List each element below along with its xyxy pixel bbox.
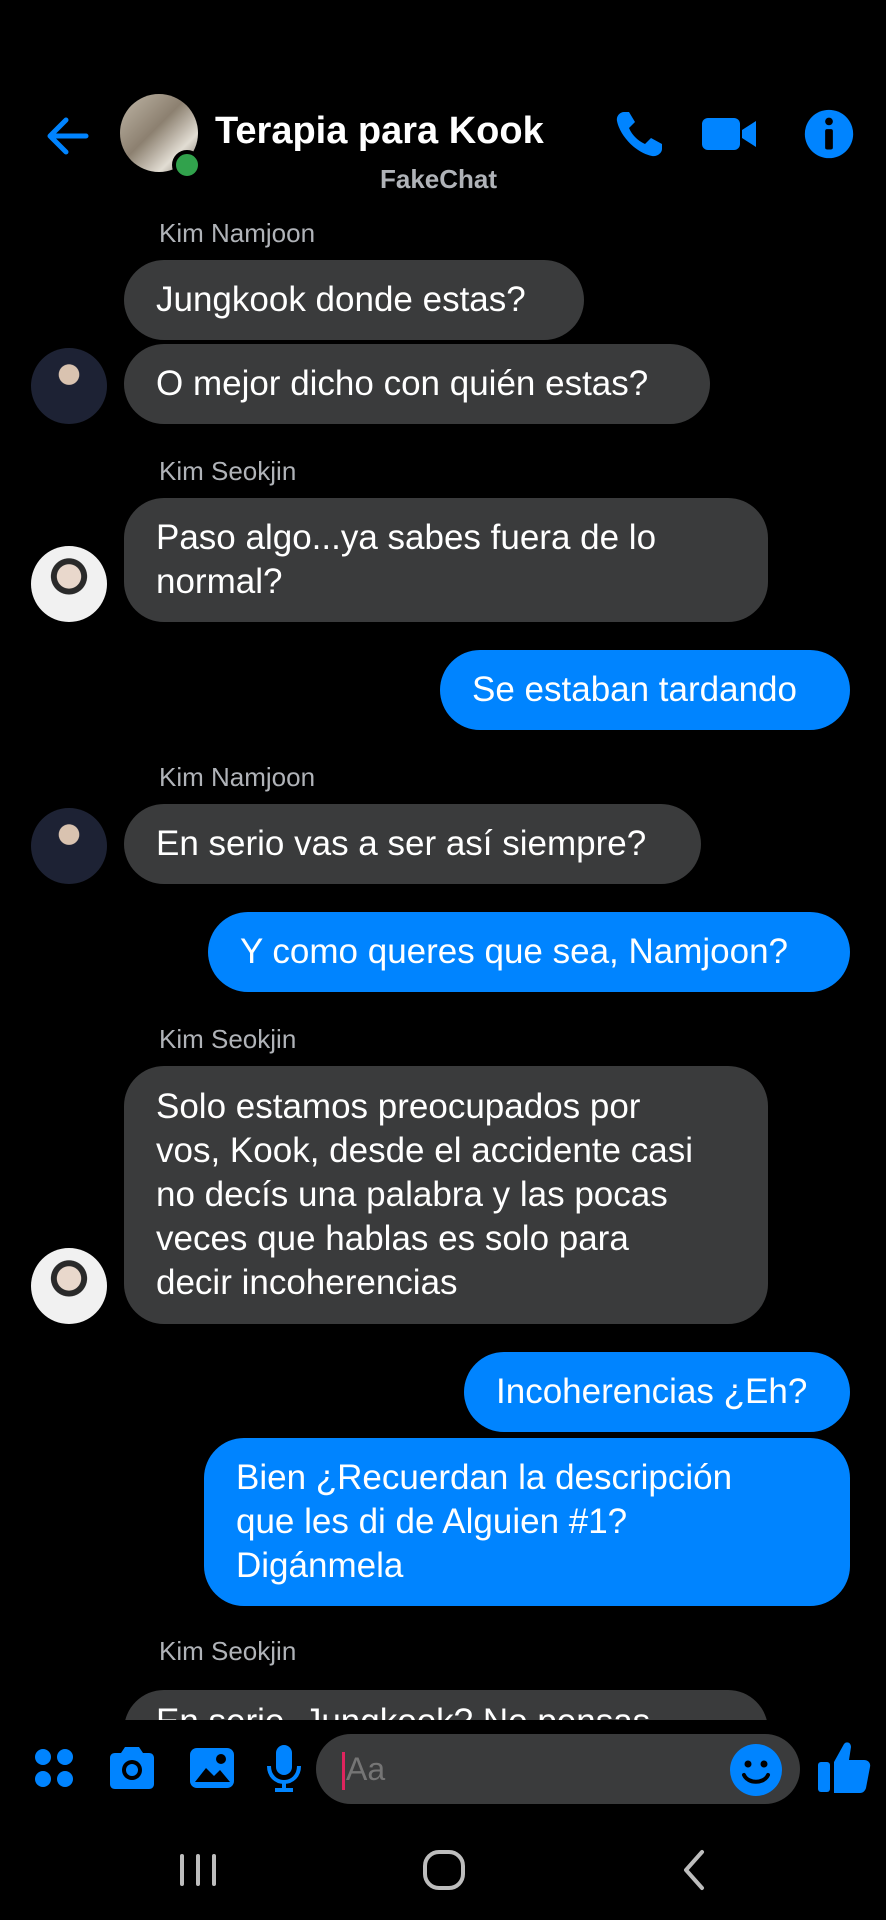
back-arrow-icon[interactable] <box>40 108 96 164</box>
message-bubble[interactable]: O mejor dicho con quién estas? <box>124 344 710 424</box>
avatar[interactable] <box>31 808 107 884</box>
message-bubble-outgoing[interactable]: Bien ¿Recuerdan la descripción que les d… <box>204 1438 850 1606</box>
video-icon[interactable] <box>700 104 760 164</box>
gallery-icon[interactable] <box>186 1742 238 1794</box>
message-text: Y como queres que sea, Namjoon? <box>240 932 789 971</box>
message-bubble-outgoing[interactable]: Incoherencias ¿Eh? <box>464 1352 850 1432</box>
message-text-line: vos, Kook, desde el accidente casi <box>156 1131 693 1170</box>
message-text-line: no decís una palabra y las pocas <box>156 1175 668 1214</box>
message-text-line: Digánmela <box>236 1546 404 1585</box>
phone-icon[interactable] <box>610 104 670 164</box>
message-bubble[interactable]: Jungkook donde estas? <box>124 260 584 340</box>
message-bubble[interactable]: En serio vas a ser así siempre? <box>124 804 701 884</box>
sender-name: Kim Seokjin <box>159 1024 297 1054</box>
sender-name: Kim Seokjin <box>159 1636 297 1666</box>
message-text: Incoherencias ¿Eh? <box>496 1372 808 1411</box>
sender-name: Kim Namjoon <box>159 218 316 248</box>
avatar[interactable] <box>31 1248 107 1324</box>
message-text-line: que les di de Alguien #1? <box>236 1502 628 1541</box>
apps-icon[interactable] <box>28 1742 80 1794</box>
message-bubble-outgoing[interactable]: Se estaban tardando <box>440 650 850 730</box>
mic-icon[interactable] <box>258 1742 310 1794</box>
recent-apps-icon[interactable] <box>176 1840 220 1900</box>
camera-icon[interactable] <box>106 1742 158 1794</box>
message-text: En serio, Jungkook? No pensas <box>156 1700 736 1720</box>
thumbs-up-icon[interactable] <box>816 1738 872 1796</box>
message-bubble[interactable]: Solo estamos preocupados por vos, Kook, … <box>124 1066 768 1324</box>
message-text-line: veces que hablas es solo para <box>156 1219 629 1258</box>
partial-message-clip: En serio, Jungkook? No pensas <box>0 1690 886 1720</box>
message-text-line: Paso algo...ya sabes fuera de lo <box>156 518 657 557</box>
chat-subtitle: FakeChat <box>380 164 498 194</box>
online-indicator <box>172 150 202 180</box>
emoji-icon[interactable] <box>728 1742 784 1798</box>
info-icon[interactable] <box>800 104 858 164</box>
sender-name: Kim Namjoon <box>159 762 316 792</box>
message-bubble[interactable]: Paso algo...ya sabes fuera de lo normal? <box>124 498 768 622</box>
message-text-line: Bien ¿Recuerdan la descripción <box>236 1458 733 1497</box>
avatar[interactable] <box>31 546 107 622</box>
message-text: Jungkook donde estas? <box>156 280 526 319</box>
sender-name: Kim Seokjin <box>159 456 297 486</box>
message-text: Se estaban tardando <box>472 670 797 709</box>
message-text-line: Solo estamos preocupados por <box>156 1087 641 1126</box>
message-text: En serio vas a ser así siempre? <box>156 824 647 863</box>
message-input[interactable] <box>344 1750 708 1789</box>
home-icon[interactable] <box>420 1840 470 1900</box>
message-bubble-outgoing[interactable]: Y como queres que sea, Namjoon? <box>208 912 850 992</box>
message-text: O mejor dicho con quién estas? <box>156 364 649 403</box>
avatar[interactable] <box>31 348 107 424</box>
message-text-line: normal? <box>156 562 283 601</box>
message-text-line: decir incoherencias <box>156 1263 458 1302</box>
back-nav-icon[interactable] <box>676 1840 712 1900</box>
chat-title[interactable]: Terapia para Kook <box>215 110 544 153</box>
message-bubble[interactable]: En serio, Jungkook? No pensas <box>124 1690 768 1720</box>
